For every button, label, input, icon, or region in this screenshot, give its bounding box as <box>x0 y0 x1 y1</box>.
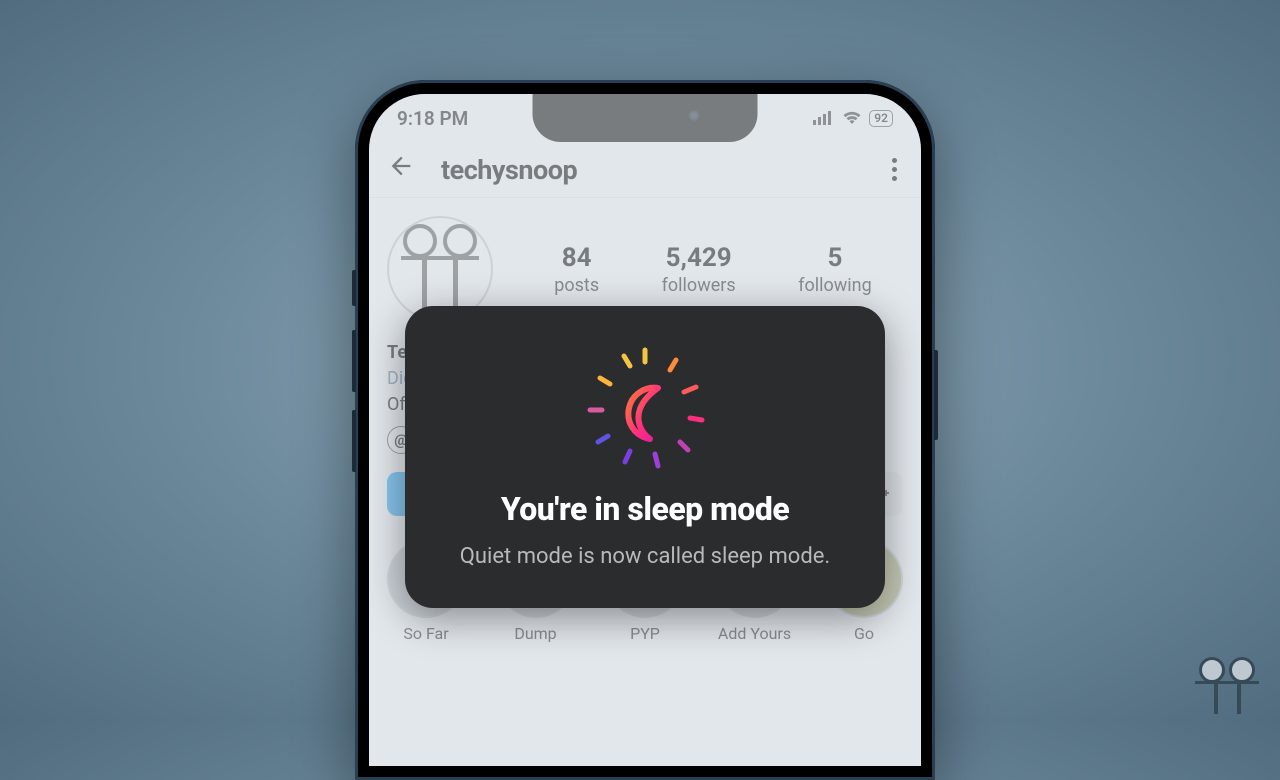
stat-following-label: following <box>798 275 872 296</box>
cellular-icon <box>813 111 835 125</box>
profile-header: techysnoop <box>369 142 921 198</box>
stat-followers[interactable]: 5,429 followers <box>662 243 736 296</box>
phone-volume-up <box>352 330 356 392</box>
stat-posts[interactable]: 84 posts <box>554 243 599 296</box>
avatar-logo-icon <box>395 224 485 314</box>
stat-posts-count: 84 <box>554 243 599 273</box>
phone-notch <box>533 94 758 142</box>
phone-frame: 9:18 PM 92 techysnoop <box>355 80 935 780</box>
modal-title: You're in sleep mode <box>433 490 857 528</box>
stat-followers-label: followers <box>662 275 736 296</box>
stat-following-count: 5 <box>798 243 872 273</box>
sleep-mode-modal[interactable]: You're in sleep mode Quiet mode is now c… <box>405 306 885 608</box>
back-arrow-icon[interactable] <box>387 152 415 187</box>
highlight-label: So Far <box>403 624 448 643</box>
modal-subtitle: Quiet mode is now called sleep mode. <box>433 542 857 572</box>
more-options-button[interactable] <box>892 158 897 181</box>
highlight-label: Add Yours <box>718 624 791 643</box>
stat-following[interactable]: 5 following <box>798 243 872 296</box>
highlight-label: Dump <box>514 624 556 643</box>
status-time: 9:18 PM <box>397 107 468 130</box>
front-camera-icon <box>689 110 700 121</box>
profile-username: techysnoop <box>441 154 866 186</box>
phone-mute-switch <box>352 270 356 306</box>
phone-screen: 9:18 PM 92 techysnoop <box>369 94 921 766</box>
highlight-label: Go <box>854 624 874 643</box>
wifi-icon <box>842 111 862 125</box>
stat-posts-label: posts <box>554 275 599 296</box>
stat-followers-count: 5,429 <box>662 243 736 273</box>
battery-icon: 92 <box>869 110 893 127</box>
phone-volume-down <box>352 410 356 472</box>
sleep-mode-moon-icon <box>580 342 710 472</box>
watermark-logo-icon <box>1192 657 1262 714</box>
highlight-label: PYP <box>630 624 660 643</box>
phone-power-button <box>934 350 938 440</box>
